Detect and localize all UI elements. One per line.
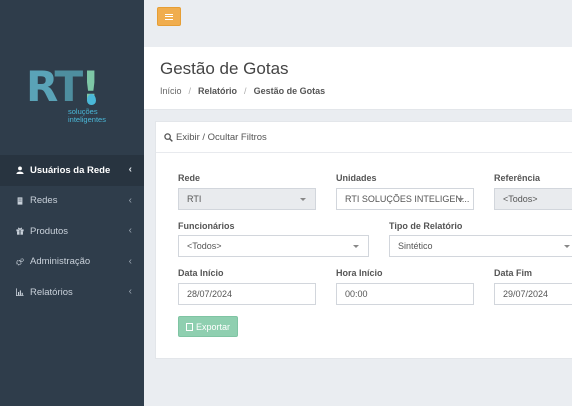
caret-down-icon [300, 198, 306, 201]
breadcrumb-relatorio[interactable]: Relatório [198, 86, 237, 96]
referencia-label: Referência [494, 173, 541, 183]
data-inicio-label: Data Início [178, 268, 224, 278]
sidebar-item-relatorios[interactable]: Relatórios ‹ [0, 277, 144, 308]
bar-chart-icon [16, 288, 24, 297]
sidebar-item-usuarios-da-rede[interactable]: Usuários da Rede ‹ [0, 155, 144, 186]
caret-down-icon [353, 245, 359, 248]
sidebar-menu: Usuários da Rede ‹ Redes ‹ Produtos ‹ Ad… [0, 155, 144, 308]
page-title: Gestão de Gotas [160, 59, 289, 78]
logo-tagline: soluções inteligentes [68, 107, 106, 124]
sidebar-toggle-button[interactable] [157, 7, 181, 26]
page-header: Gestão de Gotas Início / Relatório / Ges… [144, 47, 572, 110]
gift-icon [16, 227, 24, 235]
hamburger-icon [165, 13, 173, 20]
data-fim-label: Data Fim [494, 268, 533, 278]
sidebar-item-label: Redes [30, 195, 58, 207]
sidebar-item-label: Produtos [30, 225, 69, 237]
referencia-select[interactable]: <Todos> [494, 188, 572, 210]
user-icon [16, 166, 24, 175]
cogs-icon [16, 257, 24, 266]
unidades-select[interactable]: RTI SOLUÇÕES INTELIGEN... [336, 188, 474, 210]
search-icon [164, 132, 173, 142]
building-icon [17, 197, 23, 205]
caret-down-icon [564, 245, 570, 248]
sidebar-item-administracao[interactable]: Administração ‹ [0, 247, 144, 278]
hora-inicio-input[interactable]: 00:00 [336, 283, 474, 305]
sidebar: RT! soluções inteligentes Usuários da Re… [0, 0, 144, 406]
chevron-left-icon: ‹ [128, 194, 132, 206]
caret-down-icon [458, 198, 464, 201]
top-navbar [144, 0, 572, 36]
sidebar-item-produtos[interactable]: Produtos ‹ [0, 216, 144, 247]
filters-toggle[interactable]: Exibir / Ocultar Filtros [156, 122, 572, 153]
tipo-relatorio-label: Tipo de Relatório [389, 221, 463, 231]
chevron-left-icon: ‹ [128, 164, 132, 175]
breadcrumb-current: Gestão de Gotas [253, 86, 326, 96]
export-button[interactable]: Exportar [178, 316, 238, 337]
chevron-left-icon: ‹ [128, 225, 132, 236]
hora-inicio-label: Hora Início [336, 268, 383, 278]
sidebar-item-label: Relatórios [30, 286, 73, 298]
chevron-left-icon: ‹ [128, 255, 132, 267]
rede-label: Rede [178, 173, 201, 183]
sidebar-item-redes[interactable]: Redes ‹ [0, 186, 144, 217]
tipo-relatorio-select[interactable]: Sintético [389, 235, 572, 257]
filters-toggle-label: Exibir / Ocultar Filtros [176, 131, 267, 143]
breadcrumb-inicio[interactable]: Início [160, 86, 182, 96]
breadcrumb: Início / Relatório / Gestão de Gotas [160, 86, 326, 96]
funcionarios-label: Funcionários [178, 221, 235, 231]
data-fim-input[interactable]: 29/07/2024 [494, 283, 572, 305]
rede-select[interactable]: RTI [178, 188, 316, 210]
file-icon [185, 322, 193, 331]
funcionarios-select[interactable]: <Todos> [178, 235, 369, 257]
sidebar-item-label: Usuários da Rede [30, 164, 111, 176]
sidebar-item-label: Administração [30, 256, 91, 268]
unidades-label: Unidades [336, 173, 377, 183]
rti-logo: RT! soluções inteligentes [26, 66, 126, 128]
data-inicio-input[interactable]: 28/07/2024 [178, 283, 316, 305]
chevron-left-icon: ‹ [128, 286, 132, 297]
water-drop-icon [87, 94, 96, 105]
